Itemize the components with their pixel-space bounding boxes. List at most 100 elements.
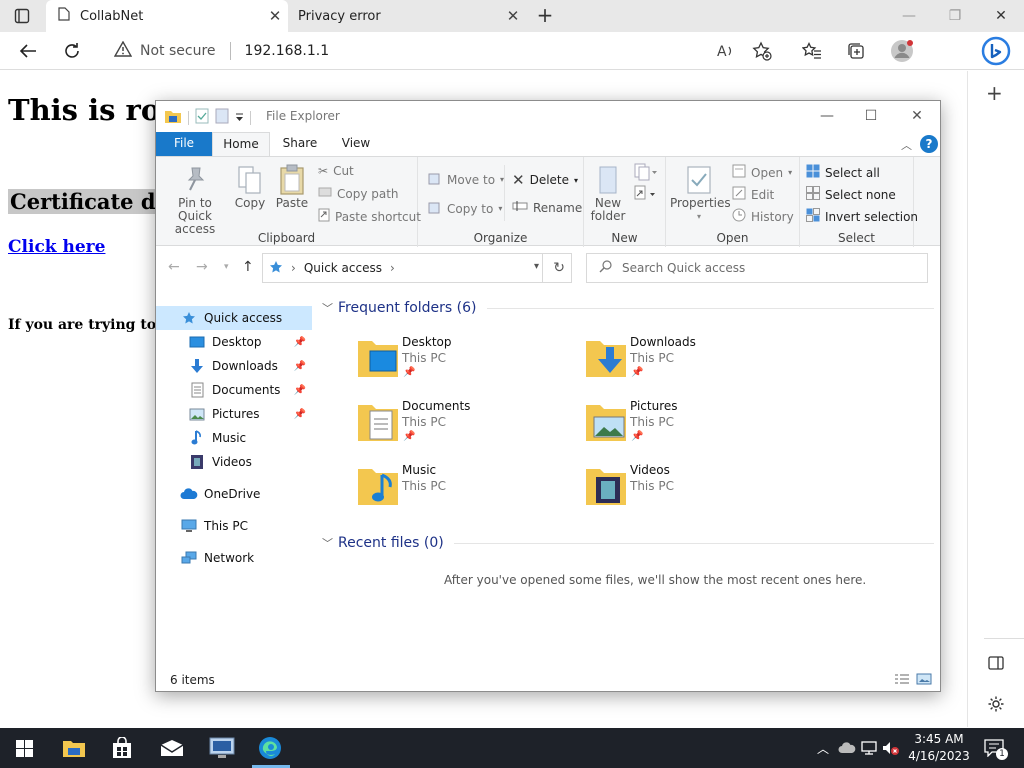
notification-center-icon[interactable]: 1 (980, 728, 1008, 768)
refresh-button[interactable] (58, 37, 86, 65)
up-nav-icon[interactable]: ↑ (242, 259, 254, 275)
copy-button[interactable]: Copy (230, 163, 270, 210)
start-button[interactable] (0, 728, 48, 768)
add-sidebar-icon[interactable]: + (986, 81, 1003, 105)
new-folder-button[interactable]: New folder (588, 163, 628, 223)
taskbar-clock[interactable]: 3:45 AM 4/16/2023 (904, 731, 974, 765)
folder-music[interactable]: Music This PC (356, 461, 556, 517)
close-tab-icon[interactable]: ✕ (500, 7, 526, 25)
open-button[interactable]: Open ▾ (732, 164, 792, 181)
tab-home[interactable]: Home (212, 132, 270, 156)
search-quick-access-input[interactable]: Search Quick access (586, 253, 928, 283)
rename-button[interactable]: Rename (512, 200, 582, 215)
new-tab-button[interactable]: + (534, 4, 556, 28)
taskbar-file-explorer[interactable] (50, 728, 98, 768)
nav-videos[interactable]: Videos (156, 450, 312, 474)
taskbar-mail[interactable] (148, 728, 196, 768)
not-secure-label[interactable]: Not secure (140, 43, 216, 59)
large-icons-view-icon[interactable] (916, 673, 932, 688)
explorer-close-icon[interactable]: ✕ (894, 101, 940, 132)
forward-nav-icon[interactable]: → (196, 259, 208, 275)
frequent-folders-header[interactable]: ﹀ Frequent folders (6) (322, 300, 934, 316)
select-all-button[interactable]: Select all (806, 164, 880, 181)
paste-button[interactable]: Paste (272, 163, 312, 210)
path-chevron-icon[interactable]: › (291, 261, 296, 275)
nav-music[interactable]: Music (156, 426, 312, 450)
taskbar-edge[interactable] (246, 728, 294, 768)
taskbar-remote-desktop[interactable] (198, 728, 246, 768)
recent-files-header[interactable]: ﹀ Recent files (0) (322, 535, 934, 551)
tab-share[interactable]: Share (272, 132, 328, 156)
sidebar-toggle-icon[interactable] (988, 656, 1004, 673)
volume-muted-icon[interactable] (880, 728, 902, 768)
nav-onedrive[interactable]: OneDrive (156, 482, 312, 506)
folder-videos[interactable]: Videos This PC (584, 461, 784, 517)
refresh-location-icon[interactable]: ↻ (553, 260, 565, 276)
address-dropdown-icon[interactable]: ▾ (534, 261, 539, 272)
new-folder-qat-icon[interactable] (215, 108, 229, 127)
tab-privacy-error[interactable]: Privacy error ✕ (290, 0, 526, 32)
back-nav-icon[interactable]: ← (168, 259, 180, 275)
path-chevron-icon[interactable]: › (390, 261, 395, 275)
select-none-button[interactable]: Select none (806, 186, 896, 203)
nav-desktop[interactable]: Desktop 📌 (156, 330, 312, 354)
nav-pictures[interactable]: Pictures 📌 (156, 402, 312, 426)
cut-button[interactable]: ✂ Cut (318, 164, 354, 178)
tab-file[interactable]: File (156, 132, 212, 156)
explorer-address-bar[interactable]: › Quick access › ▾ ↻ (262, 253, 572, 283)
edit-button[interactable]: Edit (732, 186, 774, 203)
move-to-button[interactable]: Move to ▾ (428, 171, 504, 188)
add-favorite-icon[interactable] (750, 39, 774, 63)
copy-path-button[interactable]: Copy path (318, 186, 399, 201)
explorer-minimize-icon[interactable]: — (804, 101, 850, 132)
favorites-icon[interactable] (800, 39, 824, 63)
folder-pictures[interactable]: Pictures This PC 📌 (584, 397, 784, 453)
show-hidden-icons-icon[interactable]: ︿ (812, 728, 834, 768)
nav-this-pc[interactable]: This PC (156, 514, 312, 538)
nav-network[interactable]: Network (156, 546, 312, 570)
click-here-link[interactable]: Click here (8, 237, 105, 257)
taskbar-store[interactable] (98, 728, 146, 768)
url-text[interactable]: 192.168.1.1 (245, 43, 330, 59)
nav-quick-access[interactable]: Quick access (156, 306, 312, 330)
details-view-icon[interactable] (894, 673, 910, 688)
copy-to-button[interactable]: Copy to ▾ (428, 200, 502, 217)
new-item-icon[interactable] (634, 163, 658, 184)
pin-quick-access-button[interactable]: Pin to Quick access (162, 163, 228, 236)
collections-icon[interactable] (844, 39, 868, 63)
tab-collabnet[interactable]: CollabNet ✕ (46, 0, 288, 32)
nav-documents[interactable]: Documents 📌 (156, 378, 312, 402)
warning-icon[interactable] (113, 40, 133, 61)
network-tray-icon[interactable] (858, 728, 880, 768)
nav-downloads[interactable]: Downloads 📌 (156, 354, 312, 378)
explorer-maximize-icon[interactable]: ☐ (848, 101, 894, 132)
folder-downloads[interactable]: Downloads This PC 📌 (584, 333, 784, 389)
address-path[interactable]: Quick access (304, 261, 382, 275)
close-tab-icon[interactable]: ✕ (262, 7, 288, 25)
qat-dropdown-icon[interactable] (235, 111, 244, 125)
invert-selection-button[interactable]: Invert selection (806, 208, 918, 225)
profile-avatar[interactable] (890, 39, 914, 63)
settings-gear-icon[interactable] (987, 695, 1005, 716)
restore-icon[interactable]: ❐ (932, 0, 978, 32)
address-bar[interactable]: Not secure 192.168.1.1 (104, 35, 694, 67)
folder-desktop[interactable]: Desktop This PC 📌 (356, 333, 556, 389)
back-button[interactable] (14, 37, 42, 65)
easy-access-icon[interactable] (634, 185, 658, 206)
properties-qat-icon[interactable] (195, 108, 209, 127)
help-icon[interactable]: ? (920, 135, 938, 153)
onedrive-tray-icon[interactable] (836, 728, 858, 768)
tab-actions-button[interactable] (8, 4, 36, 28)
explorer-title-bar[interactable]: File Explorer — ☐ ✕ (156, 101, 940, 132)
properties-button[interactable]: Properties ▾ (670, 163, 731, 223)
minimize-icon[interactable]: — (886, 0, 932, 32)
recent-locations-icon[interactable]: ▾ (224, 262, 229, 272)
delete-button[interactable]: ✕ Delete ▾ (512, 171, 578, 189)
read-aloud-icon[interactable]: A (714, 39, 738, 63)
folder-documents[interactable]: Documents This PC 📌 (356, 397, 556, 453)
tab-view[interactable]: View (328, 132, 384, 156)
bing-chat-icon[interactable] (980, 35, 1012, 67)
history-button[interactable]: History (732, 208, 794, 225)
close-window-icon[interactable]: ✕ (978, 0, 1024, 32)
paste-shortcut-button[interactable]: Paste shortcut (318, 208, 421, 225)
